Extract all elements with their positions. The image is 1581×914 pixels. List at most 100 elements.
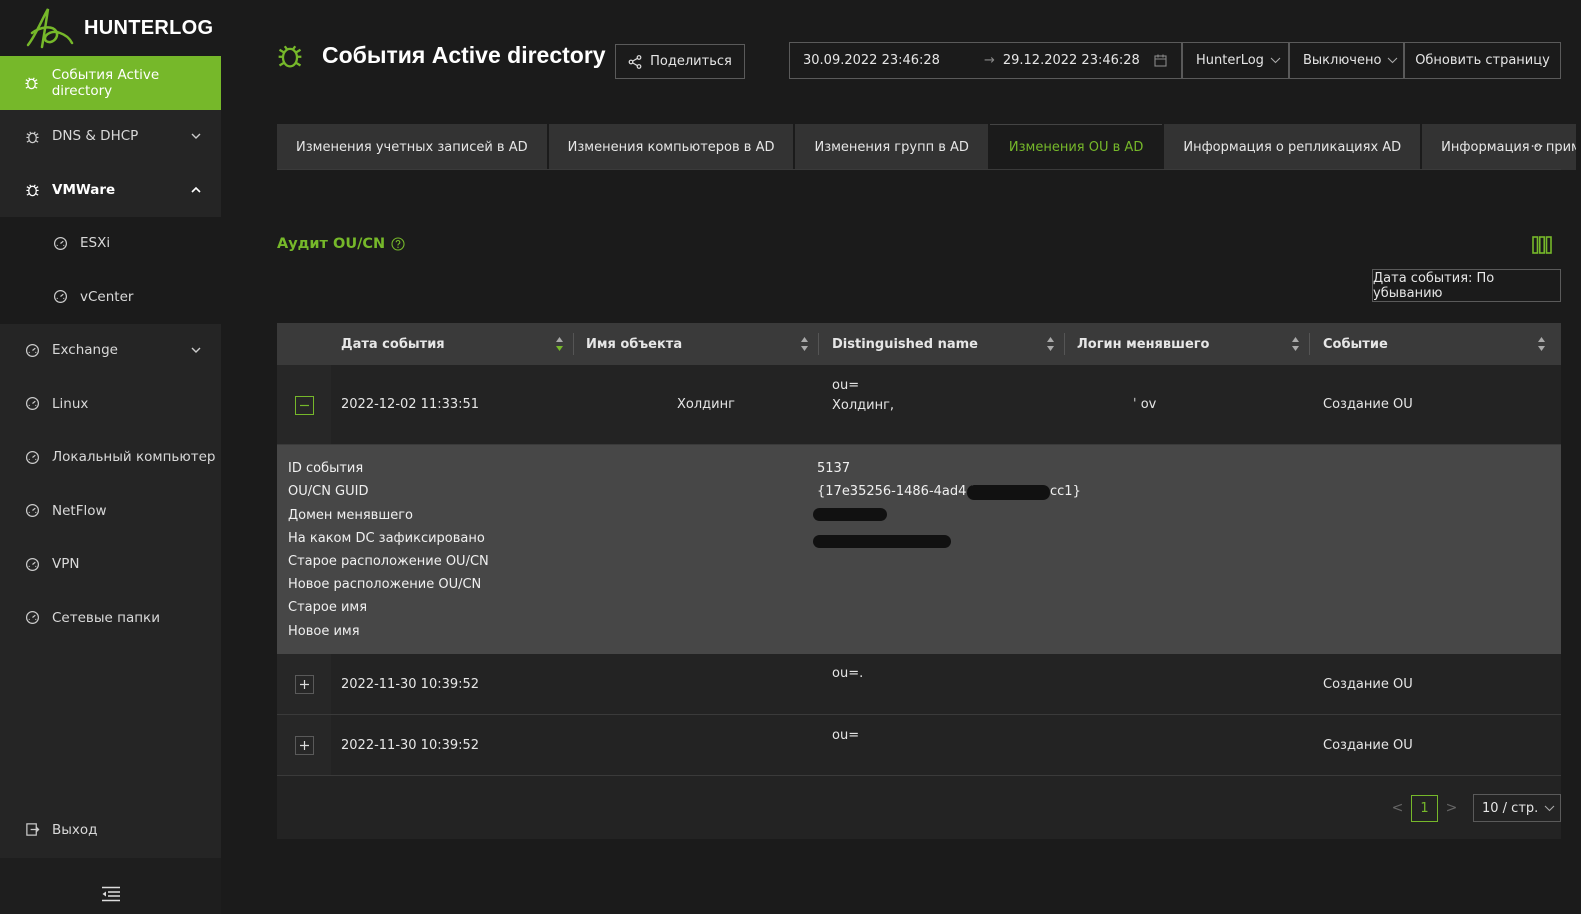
question-circle-icon[interactable] xyxy=(391,237,405,251)
sort-icon xyxy=(1047,337,1054,351)
sidebar-item-local-computer[interactable]: Локальный компьютер xyxy=(0,431,221,485)
bug-icon xyxy=(24,128,40,144)
sidebar-item-esxi[interactable]: ESXi xyxy=(0,217,221,271)
tabs-more-button[interactable]: ··· xyxy=(1513,124,1561,170)
cell-login: ˈ ov xyxy=(1133,397,1157,412)
tab-bar: Изменения учетных записей в AD Изменения… xyxy=(277,124,1578,170)
sidebar-item-vmware[interactable]: VMWare xyxy=(0,163,221,217)
gauge-icon xyxy=(24,449,40,465)
page-size-value: 10 / стр. xyxy=(1482,800,1539,816)
expand-row-button[interactable] xyxy=(295,675,314,694)
column-header-date[interactable]: Дата события xyxy=(341,323,572,365)
chevron-down-icon xyxy=(1544,805,1555,811)
column-header-login[interactable]: Логин менявшего xyxy=(1077,323,1308,365)
share-label: Поделиться xyxy=(650,54,732,69)
table-row[interactable]: 2022-11-30 10:39:52 ou= Создание OU xyxy=(277,715,1561,776)
cell-event: Создание OU xyxy=(1323,677,1413,692)
share-icon xyxy=(628,54,642,69)
hunterlog-logo-icon xyxy=(26,8,74,49)
date-to-input[interactable]: 29.12.2022 23:46:28 xyxy=(1003,53,1140,68)
cell-date: 2022-11-30 10:39:52 xyxy=(341,738,480,753)
detail-label-event-id: ID события xyxy=(288,461,364,476)
redacted-block xyxy=(813,508,887,521)
tabs-divider xyxy=(277,169,1561,170)
next-page-button[interactable]: > xyxy=(1438,800,1465,816)
detail-label-old-name: Старое имя xyxy=(288,600,368,615)
gauge-icon xyxy=(24,556,40,572)
tab-group-changes[interactable]: Изменения групп в AD xyxy=(795,124,988,170)
column-header-label: Событие xyxy=(1323,336,1388,352)
column-header-distinguished-name[interactable]: Distinguished name xyxy=(832,323,1063,365)
page-number-button[interactable]: 1 xyxy=(1411,794,1438,822)
table-row[interactable]: 2022-11-30 10:39:52 ou=. Создание OU xyxy=(277,654,1561,715)
refresh-page-button[interactable]: Обновить страницу xyxy=(1404,42,1561,79)
detail-label-dc: На каком DC зафиксировано xyxy=(288,531,485,546)
cell-event: Создание OU xyxy=(1323,738,1413,753)
column-header-label: Имя объекта xyxy=(586,336,683,352)
column-header-label: Логин менявшего xyxy=(1077,336,1210,352)
date-from-input[interactable]: 30.09.2022 23:46:28 xyxy=(803,53,940,68)
tab-account-changes[interactable]: Изменения учетных записей в AD xyxy=(277,124,547,170)
logout-button[interactable]: Выход xyxy=(0,803,221,857)
cell-date: 2022-12-02 11:33:51 xyxy=(341,397,480,412)
redacted-block xyxy=(967,485,1050,500)
sidebar-item-dns-dhcp[interactable]: DNS & DHCP xyxy=(0,110,221,164)
sidebar-item-netflow[interactable]: NetFlow xyxy=(0,484,221,538)
expand-row-button[interactable] xyxy=(295,736,314,755)
bug-icon xyxy=(278,45,302,68)
sidebar-item-label: vCenter xyxy=(80,288,134,305)
detail-value-event-id: 5137 xyxy=(817,461,851,476)
tab-computer-changes[interactable]: Изменения компьютеров в AD xyxy=(548,124,794,170)
prev-page-button[interactable]: < xyxy=(1384,800,1411,816)
mode-select[interactable]: Выключено xyxy=(1289,42,1404,79)
sidebar-item-vcenter[interactable]: vCenter xyxy=(0,270,221,324)
column-header-event[interactable]: Событие xyxy=(1323,323,1554,365)
sidebar-item-label: VPN xyxy=(52,556,80,573)
tab-replication-info[interactable]: Информация о репликациях AD xyxy=(1164,124,1421,170)
bug-icon xyxy=(24,75,40,91)
vmware-submenu: ESXi vCenter xyxy=(0,216,221,324)
gauge-icon xyxy=(24,396,40,412)
sort-order-button[interactable]: Дата события: По убыванию xyxy=(1372,269,1561,302)
sidebar-item-label: Локальный компьютер xyxy=(52,449,216,466)
detail-label-guid: OU/CN GUID xyxy=(288,484,369,499)
collapse-row-button[interactable] xyxy=(295,396,314,415)
sidebar: HUNTERLOG События Active directory DNS &… xyxy=(0,0,221,914)
page-title: События Active directory xyxy=(322,41,606,68)
sidebar-item-label: События Active directory xyxy=(51,66,160,99)
plus-icon xyxy=(300,680,309,689)
row-details: ID события OU/CN GUID Домен менявшего На… xyxy=(277,445,1561,654)
sidebar-item-network-folders[interactable]: Сетевые папки xyxy=(0,591,221,645)
sidebar-item-ad-events[interactable]: События Active directory xyxy=(0,56,221,110)
sidebar-item-linux[interactable]: Linux xyxy=(0,377,221,431)
column-divider xyxy=(1064,333,1065,355)
mode-select-value: Выключено xyxy=(1303,53,1382,68)
chevron-down-icon xyxy=(191,347,201,354)
sort-icon xyxy=(556,337,563,351)
chevron-down-icon xyxy=(191,133,201,140)
columns-settings-icon[interactable] xyxy=(1532,236,1552,254)
table-row[interactable]: 2022-12-02 11:33:51 Холдинг ou= Холдинг,… xyxy=(277,365,1561,445)
sidebar-item-label: ESXi xyxy=(80,235,111,252)
cell-dn-line2: Холдинг, xyxy=(832,398,895,413)
detail-label-old-location: Старое расположение OU/CN xyxy=(288,554,489,569)
sidebar-item-label: Сетевые папки xyxy=(52,609,160,626)
app-logo[interactable]: HUNTERLOG xyxy=(0,0,221,56)
tab-ou-changes[interactable]: Изменения OU в AD xyxy=(989,124,1163,170)
gauge-icon xyxy=(24,342,40,358)
cell-date: 2022-11-30 10:39:52 xyxy=(341,677,480,692)
sidebar-item-label: Exchange xyxy=(52,342,118,359)
sidebar-item-exchange[interactable]: Exchange xyxy=(0,324,221,378)
share-button[interactable]: Поделиться xyxy=(615,44,745,79)
sidebar-item-vpn[interactable]: VPN xyxy=(0,538,221,592)
source-select[interactable]: HunterLog xyxy=(1182,42,1289,79)
plus-icon xyxy=(300,741,309,750)
events-table: Дата события Имя объекта Distinguished n… xyxy=(277,323,1561,839)
date-range-picker[interactable]: 30.09.2022 23:46:28 → 29.12.2022 23:46:2… xyxy=(789,42,1182,79)
column-header-label: Distinguished name xyxy=(832,336,978,352)
collapse-sidebar-button[interactable] xyxy=(0,858,221,914)
column-header-object-name[interactable]: Имя объекта xyxy=(586,323,817,365)
page-size-select[interactable]: 10 / стр. xyxy=(1473,794,1561,822)
bug-icon xyxy=(24,182,40,198)
column-header-label: Дата события xyxy=(341,336,445,352)
